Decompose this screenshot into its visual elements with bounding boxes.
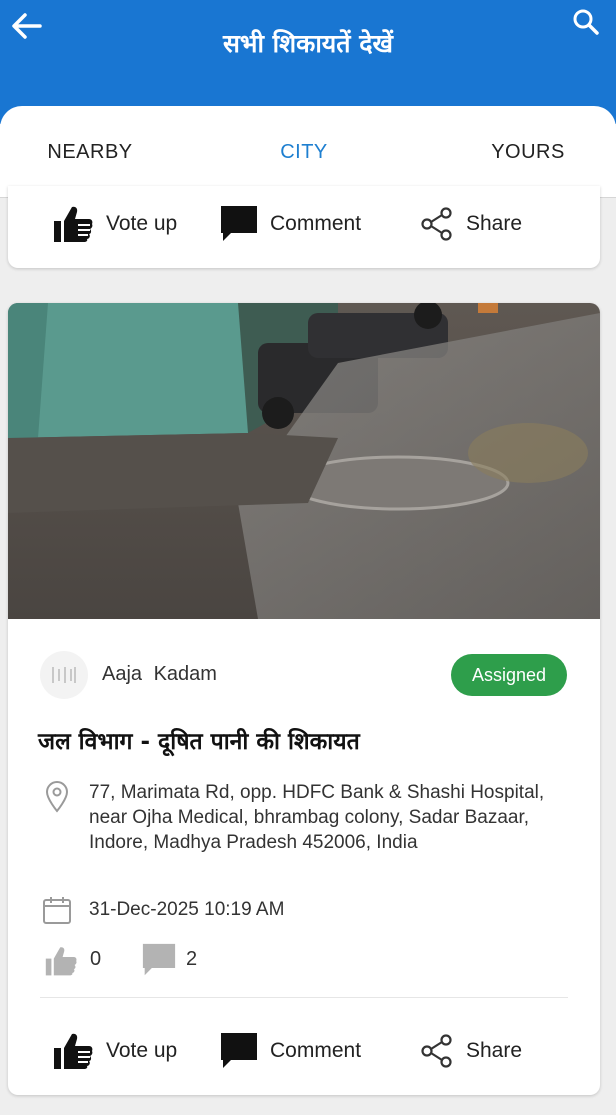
calendar-icon <box>43 897 71 924</box>
share-icon <box>421 1034 452 1068</box>
share-button[interactable]: Share <box>420 1021 522 1081</box>
comment-label: Comment <box>270 212 362 235</box>
page-title: सभी शिकायतें देखें <box>223 29 393 58</box>
comment-count-icon <box>142 943 176 976</box>
complaint-title: जल विभाग - दूषित पानी की शिकायत <box>38 729 360 755</box>
thumbs-up-icon <box>54 1033 93 1069</box>
tab-yours[interactable]: YOURS <box>440 106 616 198</box>
tab-nearby[interactable]: NEARBY <box>0 106 180 198</box>
upvote-count-icon <box>45 947 77 976</box>
vote-up-button[interactable]: Vote up <box>52 1021 177 1081</box>
complaint-address: 77, Marimata Rd, opp. HDFC Bank & Shashi… <box>89 782 545 853</box>
upvote-count: 0 <box>90 948 102 970</box>
comment-icon <box>221 206 257 241</box>
vote-up-button[interactable]: Vote up <box>52 194 177 254</box>
tab-bar: NEARBY CITY YOURS <box>0 106 616 198</box>
search-button[interactable] <box>566 4 606 40</box>
complaint-datetime: 31-Dec-2025 10:19 AM <box>89 899 285 920</box>
status-badge: Assigned <box>451 654 567 696</box>
comment-button[interactable]: Comment <box>220 1021 361 1081</box>
share-icon <box>421 207 452 241</box>
avatar <box>40 651 88 699</box>
complaint-card[interactable]: Aaja Kadam Assigned जल विभाग - दूषित पान… <box>8 303 600 1095</box>
user-avatar-icon <box>52 667 76 683</box>
comment-count: 2 <box>186 948 198 970</box>
comment-icon <box>221 1033 257 1068</box>
card-actions: Vote up Comment Share <box>8 194 600 254</box>
thumbs-up-icon <box>54 206 93 242</box>
share-button[interactable]: Share <box>420 194 522 254</box>
location-pin-icon <box>45 781 69 813</box>
share-label: Share <box>466 212 523 235</box>
comment-label: Comment <box>270 1039 362 1062</box>
share-label: Share <box>466 1039 523 1062</box>
card-actions: Vote up Comment Share <box>8 1021 600 1081</box>
divider <box>40 997 568 998</box>
tab-city[interactable]: CITY <box>198 106 410 198</box>
complaint-photo[interactable] <box>8 303 600 619</box>
vote-up-label: Vote up <box>106 212 178 235</box>
author-name: Aaja Kadam <box>102 663 217 685</box>
comment-button[interactable]: Comment <box>220 194 361 254</box>
complaint-card-previous: Vote up Comment Share <box>8 186 600 268</box>
vote-up-label: Vote up <box>106 1039 178 1062</box>
search-icon <box>573 9 599 35</box>
